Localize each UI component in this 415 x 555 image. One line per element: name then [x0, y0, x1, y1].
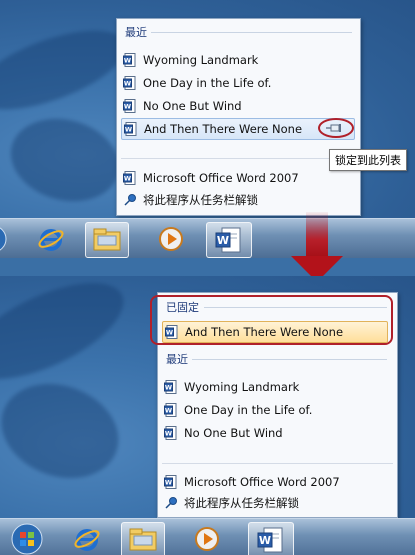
- recent-item[interactable]: Wyoming Landmark: [123, 50, 351, 70]
- taskbar: W: [0, 518, 415, 555]
- pinned-item-label: And Then There Were None: [185, 325, 344, 339]
- section-recent-header: 最近: [125, 26, 147, 39]
- unpin-program-item[interactable]: 将此程序从任务栏解锁: [164, 493, 388, 513]
- recent-item[interactable]: One Day in the Life of.: [164, 400, 388, 420]
- taskbar-word-button[interactable]: W: [206, 222, 252, 258]
- pin-tooltip: 锁定到此列表: [329, 149, 407, 171]
- recent-item-label: One Day in the Life of.: [184, 403, 313, 417]
- svg-text:W: W: [217, 234, 229, 247]
- internet-explorer-icon: [74, 529, 100, 551]
- taskbar-ie-button[interactable]: [66, 522, 108, 555]
- media-player-icon: [195, 527, 219, 551]
- taskbar-explorer-button[interactable]: [121, 522, 165, 555]
- taskbar-ie-button[interactable]: [30, 222, 72, 256]
- transition-arrow: [287, 212, 347, 284]
- word-document-icon: [164, 426, 178, 440]
- taskbar-media-button[interactable]: [150, 222, 192, 256]
- pushpin-icon: [124, 194, 136, 206]
- taskbar-word-button[interactable]: W: [248, 522, 294, 555]
- bottom-panel: 已固定 And Then There Were None 最近 Wyoming …: [0, 276, 415, 555]
- app-item[interactable]: Microsoft Office Word 2007: [123, 168, 351, 188]
- section-recent-header: 最近: [166, 353, 188, 366]
- app-item[interactable]: Microsoft Office Word 2007: [164, 472, 388, 492]
- down-arrow-icon: [291, 212, 343, 282]
- word-document-icon: [165, 325, 179, 339]
- windows-explorer-icon: [93, 228, 121, 251]
- jump-list: 最近 Wyoming Landmark One Day in the Life …: [116, 18, 361, 216]
- jump-list: 已固定 And Then There Were None 最近 Wyoming …: [150, 292, 398, 518]
- word-document-icon: [123, 53, 137, 67]
- pin-button[interactable]: [318, 118, 354, 138]
- taskbar-media-button[interactable]: [186, 522, 228, 555]
- recent-item[interactable]: Wyoming Landmark: [164, 377, 388, 397]
- svg-text:W: W: [259, 534, 271, 547]
- pushpin-icon: [165, 497, 177, 509]
- recent-item[interactable]: No One But Wind: [123, 96, 351, 116]
- unpin-program-label: 将此程序从任务栏解锁: [143, 193, 258, 207]
- word-document-icon: [124, 122, 138, 136]
- recent-item-label: And Then There Were None: [144, 122, 303, 136]
- top-panel: 最近 Wyoming Landmark One Day in the Life …: [0, 0, 415, 258]
- word-document-icon: [164, 403, 178, 417]
- recent-item-label: No One But Wind: [184, 426, 283, 440]
- taskbar: W: [0, 218, 415, 258]
- word-document-icon: [123, 76, 137, 90]
- recent-item-label: Wyoming Landmark: [143, 53, 259, 67]
- internet-explorer-icon: [38, 229, 64, 251]
- recent-item-label: Wyoming Landmark: [184, 380, 300, 394]
- start-button[interactable]: [6, 522, 48, 555]
- word-document-icon: [123, 171, 137, 185]
- recent-item-label: One Day in the Life of.: [143, 76, 272, 90]
- start-orb-icon: [11, 523, 43, 555]
- taskbar-start-partial[interactable]: [0, 222, 8, 256]
- pinned-item[interactable]: And Then There Were None: [162, 321, 388, 343]
- recent-item-label: No One But Wind: [143, 99, 242, 113]
- word-document-icon: [123, 99, 137, 113]
- windows-explorer-icon: [129, 528, 157, 551]
- media-player-icon: [159, 227, 183, 251]
- recent-item[interactable]: No One But Wind: [164, 423, 388, 443]
- unpin-program-item[interactable]: 将此程序从任务栏解锁: [123, 190, 351, 210]
- taskbar-explorer-button[interactable]: [85, 222, 129, 258]
- section-pinned-header: 已固定: [166, 301, 199, 314]
- word-document-icon: [164, 475, 178, 489]
- unpin-program-label: 将此程序从任务栏解锁: [184, 496, 299, 510]
- start-orb-icon: [0, 227, 7, 251]
- pushpin-icon: [326, 124, 341, 132]
- app-item-label: Microsoft Office Word 2007: [143, 171, 299, 185]
- word-icon: W: [215, 227, 241, 253]
- recent-item[interactable]: One Day in the Life of.: [123, 73, 351, 93]
- word-icon: W: [257, 527, 283, 553]
- app-item-label: Microsoft Office Word 2007: [184, 475, 340, 489]
- word-document-icon: [164, 380, 178, 394]
